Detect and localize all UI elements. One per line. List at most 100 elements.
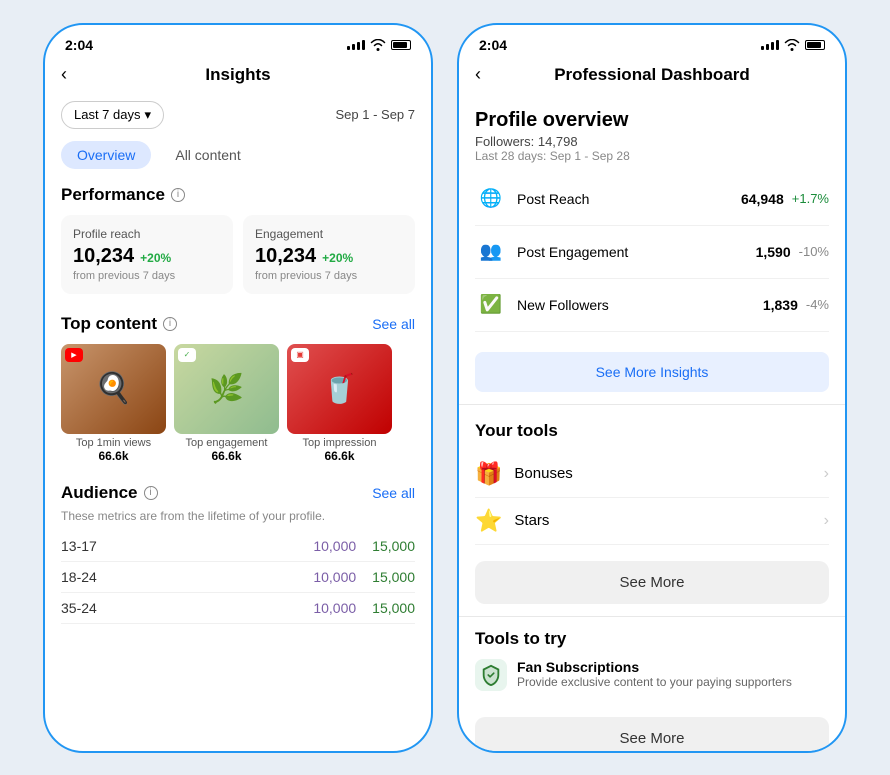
post-engagement-change: -10% bbox=[799, 244, 829, 259]
metrics-row: Profile reach 10,234 +20% from previous … bbox=[45, 215, 431, 310]
wifi-icon-right bbox=[784, 39, 800, 51]
divider-2 bbox=[459, 616, 845, 617]
filter-label: Last 7 days bbox=[74, 107, 141, 122]
age-range-1: 13-17 bbox=[61, 538, 97, 554]
content-stat-2: 66.6k bbox=[174, 449, 279, 463]
back-button-left[interactable]: ‹ bbox=[61, 64, 67, 85]
bonuses-icon: 🎁 bbox=[475, 461, 502, 487]
bonuses-chevron-icon: › bbox=[824, 465, 829, 483]
content-meta-2: Top engagement bbox=[174, 437, 279, 449]
content-item-3[interactable]: ▣ 🥤 Top impression 66.6k bbox=[287, 344, 392, 463]
content-item-2[interactable]: ✓ 🌿 Top engagement 66.6k bbox=[174, 344, 279, 463]
new-followers-icon: ✅ bbox=[475, 289, 507, 321]
divider-1 bbox=[459, 404, 845, 405]
age-vals-2: 10,000 15,000 bbox=[313, 569, 415, 585]
status-icons-right bbox=[761, 39, 825, 51]
check-icon: ✓ bbox=[178, 348, 196, 362]
signal-icon-right bbox=[761, 40, 779, 50]
age-val1-2: 10,000 bbox=[313, 569, 356, 585]
age-row-2: 18-24 10,000 15,000 bbox=[61, 562, 415, 593]
new-followers-value: 1,839 bbox=[763, 297, 798, 313]
right-phone-content: ‹ Professional Dashboard Profile overvie… bbox=[459, 57, 845, 751]
content-stat-1: 66.6k bbox=[61, 449, 166, 463]
profile-overview-title: Profile overview bbox=[475, 109, 829, 132]
status-icons-left bbox=[347, 39, 411, 51]
page-title-left: Insights bbox=[205, 65, 270, 85]
post-engagement-value: 1,590 bbox=[756, 244, 791, 260]
age-val2-2: 15,000 bbox=[372, 569, 415, 585]
tool-stars[interactable]: ⭐ Stars › bbox=[475, 498, 829, 545]
metric-profile-reach-value-row: 10,234 +20% bbox=[73, 245, 221, 268]
content-thumb-3: ▣ 🥤 bbox=[287, 344, 392, 434]
audience-section: Audience i See all These metrics are fro… bbox=[45, 471, 431, 628]
tools-to-try-section: Tools to try Fan Subscriptions Provide e… bbox=[459, 621, 845, 705]
date-range-label: Sep 1 - Sep 7 bbox=[336, 107, 416, 122]
age-vals-1: 10,000 15,000 bbox=[313, 538, 415, 554]
stat-post-engagement: 👥 Post Engagement 1,590 -10% bbox=[475, 226, 829, 279]
audience-see-all[interactable]: See all bbox=[372, 485, 415, 501]
left-phone: 2:04 ‹ bbox=[43, 23, 433, 753]
right-phone: 2:04 ‹ bbox=[457, 23, 847, 753]
fan-subscriptions-title: Fan Subscriptions bbox=[517, 659, 792, 675]
post-engagement-icon: 👥 bbox=[475, 236, 507, 268]
age-val2-1: 15,000 bbox=[372, 538, 415, 554]
age-range-2: 18-24 bbox=[61, 569, 97, 585]
time-right: 2:04 bbox=[479, 37, 507, 53]
post-engagement-name: Post Engagement bbox=[517, 244, 756, 260]
top-content-images: ▶ 🍳 Top 1min views 66.6k ✓ 🌿 bbox=[45, 344, 431, 471]
metric-engagement-value-row: 10,234 +20% bbox=[255, 245, 403, 268]
metric-engagement: Engagement 10,234 +20% from previous 7 d… bbox=[243, 215, 415, 294]
fan-subscriptions-icon bbox=[475, 659, 507, 691]
profile-dates: Last 28 days: Sep 1 - Sep 28 bbox=[475, 149, 829, 163]
metric-engagement-sub: from previous 7 days bbox=[255, 270, 403, 282]
nav-header-right: ‹ Professional Dashboard bbox=[459, 57, 845, 97]
top-content-info-icon[interactable]: i bbox=[163, 317, 177, 331]
content-thumb-1: ▶ 🍳 bbox=[61, 344, 166, 434]
tool-bonuses[interactable]: 🎁 Bonuses › bbox=[475, 451, 829, 498]
back-button-right[interactable]: ‹ bbox=[475, 64, 481, 85]
audience-title: Audience bbox=[61, 483, 138, 503]
stat-post-reach: 🌐 Post Reach 64,948 +1.7% bbox=[475, 173, 829, 226]
metric-profile-reach-change: +20% bbox=[140, 251, 171, 265]
tabs-row: Overview All content bbox=[45, 141, 431, 181]
age-row-3: 35-24 10,000 15,000 bbox=[61, 593, 415, 624]
see-more-button[interactable]: See More bbox=[475, 561, 829, 604]
fan-subscriptions-desc: Provide exclusive content to your paying… bbox=[517, 675, 792, 689]
tab-overview-label: Overview bbox=[77, 147, 135, 163]
status-bar-left: 2:04 bbox=[45, 25, 431, 57]
tab-all-content[interactable]: All content bbox=[159, 141, 256, 169]
see-all-button[interactable]: See all bbox=[372, 316, 415, 332]
fan-subscriptions-row[interactable]: Fan Subscriptions Provide exclusive cont… bbox=[475, 659, 829, 701]
top-content-title: Top content bbox=[61, 314, 157, 334]
status-bar-right: 2:04 bbox=[459, 25, 845, 57]
content-item-1[interactable]: ▶ 🍳 Top 1min views 66.6k bbox=[61, 344, 166, 463]
stat-new-followers: ✅ New Followers 1,839 -4% bbox=[475, 279, 829, 332]
video-icon: ▶ bbox=[65, 348, 83, 362]
metric-profile-reach-value: 10,234 bbox=[73, 245, 134, 268]
audience-info-icon[interactable]: i bbox=[144, 486, 158, 500]
performance-title: Performance bbox=[61, 185, 165, 205]
content-meta-1: Top 1min views bbox=[61, 437, 166, 449]
signal-icon-left bbox=[347, 40, 365, 50]
top-content-header: Top content i See all bbox=[45, 310, 431, 344]
tab-overview[interactable]: Overview bbox=[61, 141, 151, 169]
see-more-bottom-button[interactable]: See More bbox=[475, 717, 829, 751]
stars-chevron-icon: › bbox=[824, 512, 829, 530]
age-range-3: 35-24 bbox=[61, 600, 97, 616]
performance-header: Performance i bbox=[45, 181, 431, 215]
stars-label: Stars bbox=[514, 512, 549, 529]
tools-to-try-title: Tools to try bbox=[475, 629, 829, 649]
metric-profile-reach-label: Profile reach bbox=[73, 227, 221, 241]
performance-info-icon[interactable]: i bbox=[171, 188, 185, 202]
age-val1-1: 10,000 bbox=[313, 538, 356, 554]
profile-overview: Profile overview Followers: 14,798 Last … bbox=[459, 97, 845, 340]
post-reach-change: +1.7% bbox=[792, 191, 829, 206]
bonuses-label: Bonuses bbox=[514, 465, 572, 482]
filter-dropdown[interactable]: Last 7 days ▾ bbox=[61, 101, 164, 129]
see-more-insights-button[interactable]: See More Insights bbox=[475, 352, 829, 392]
metric-profile-reach-sub: from previous 7 days bbox=[73, 270, 221, 282]
metric-engagement-value: 10,234 bbox=[255, 245, 316, 268]
nav-header-left: ‹ Insights bbox=[45, 57, 431, 97]
reel-icon: ▣ bbox=[291, 348, 309, 362]
stars-icon: ⭐ bbox=[475, 508, 502, 534]
